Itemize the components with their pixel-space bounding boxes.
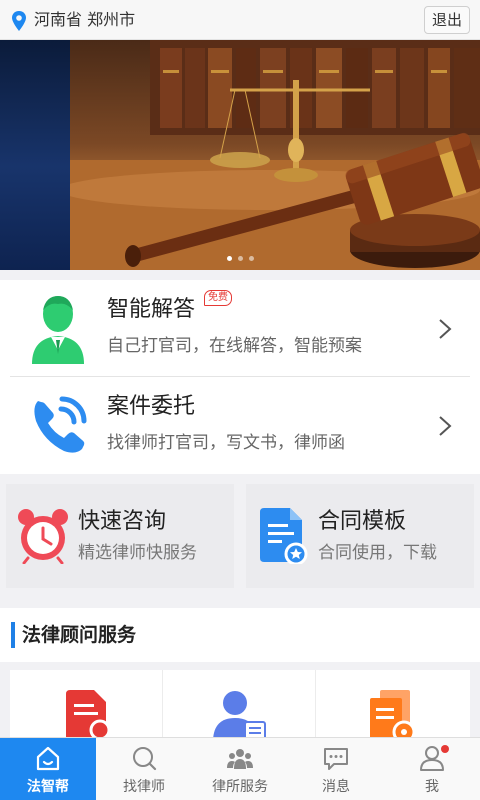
chevron-right-icon [439,319,452,339]
bottom-navigation: 法智帮 找律师 律所服务 消息 我 [0,737,480,800]
header: 河南省 郑州市 退出 [0,0,480,40]
location-label[interactable]: 河南省 郑州市 [34,10,135,30]
banner-previous-slide-edge [0,40,70,270]
section-title: 法律顾问服务 [22,624,137,646]
consultant-person-icon [213,691,266,740]
home-icon [36,746,60,771]
banner-carousel[interactable] [0,40,480,270]
carousel-dot-active[interactable] [226,256,232,261]
group-icon [227,749,253,769]
nav-label: 法智帮 [27,779,69,795]
feature-title: 案件委托 [107,394,196,419]
chevron-right-icon [439,416,452,436]
orange-files-gear-icon [370,690,416,740]
logout-button[interactable]: 退出 [424,6,470,34]
nav-label: 消息 [322,779,350,795]
gavel-illustration [70,40,480,270]
legal-advisor-services [10,670,470,740]
quick-card-subtitle: 合同使用，下载 [318,543,437,563]
red-document-icon [66,690,110,740]
message-icon [324,748,348,770]
phone-call-icon [34,396,87,453]
feature-list: 智能解答 免费 自己打官司，在线解答，智能预案 案件委托 找律师打官司，写文书，… [0,280,480,474]
quick-card-title: 合同模板 [318,509,407,534]
service-item[interactable] [10,670,163,740]
nav-label: 律所服务 [212,779,268,795]
section-accent-bar [11,622,15,648]
quick-card-subtitle: 精选律师快服务 [78,543,197,563]
quick-card-title: 快速咨询 [78,509,167,534]
location-pin-icon [12,11,26,31]
feature-subtitle: 自己打官司，在线解答，智能预案 [107,336,362,356]
nav-label: 我 [425,779,439,795]
legal-advisor-section-header: 法律顾问服务 [0,608,480,662]
service-item[interactable] [163,670,316,740]
free-badge: 免费 [204,290,232,306]
nav-item-messages[interactable]: 消息 [288,738,384,800]
carousel-indicator [0,256,480,261]
contract-template-card[interactable]: 合同模板 合同使用，下载 [246,484,474,588]
contract-document-icon [260,508,308,564]
notification-dot [441,745,449,753]
alarm-clock-icon [18,509,68,564]
carousel-dot[interactable] [237,256,243,261]
nav-item-me[interactable]: 我 [384,738,480,800]
nav-item-firm-services[interactable]: 律所服务 [192,738,288,800]
feature-case-entrust[interactable]: 案件委托 找律师打官司，写文书，律师函 [0,377,480,473]
nav-label: 找律师 [123,779,165,795]
quick-consult-card[interactable]: 快速咨询 精选律师快服务 [6,484,234,588]
nav-item-home[interactable]: 法智帮 [0,738,96,800]
feature-title: 智能解答 [107,297,196,322]
carousel-dot[interactable] [248,256,254,261]
search-icon [133,747,157,771]
service-item[interactable] [316,670,469,740]
feature-smart-answer[interactable]: 智能解答 免费 自己打官司，在线解答，智能预案 [0,280,480,376]
feature-subtitle: 找律师打官司，写文书，律师函 [107,433,345,453]
nav-item-find-lawyer[interactable]: 找律师 [96,738,192,800]
lawyer-avatar-icon [32,296,84,364]
